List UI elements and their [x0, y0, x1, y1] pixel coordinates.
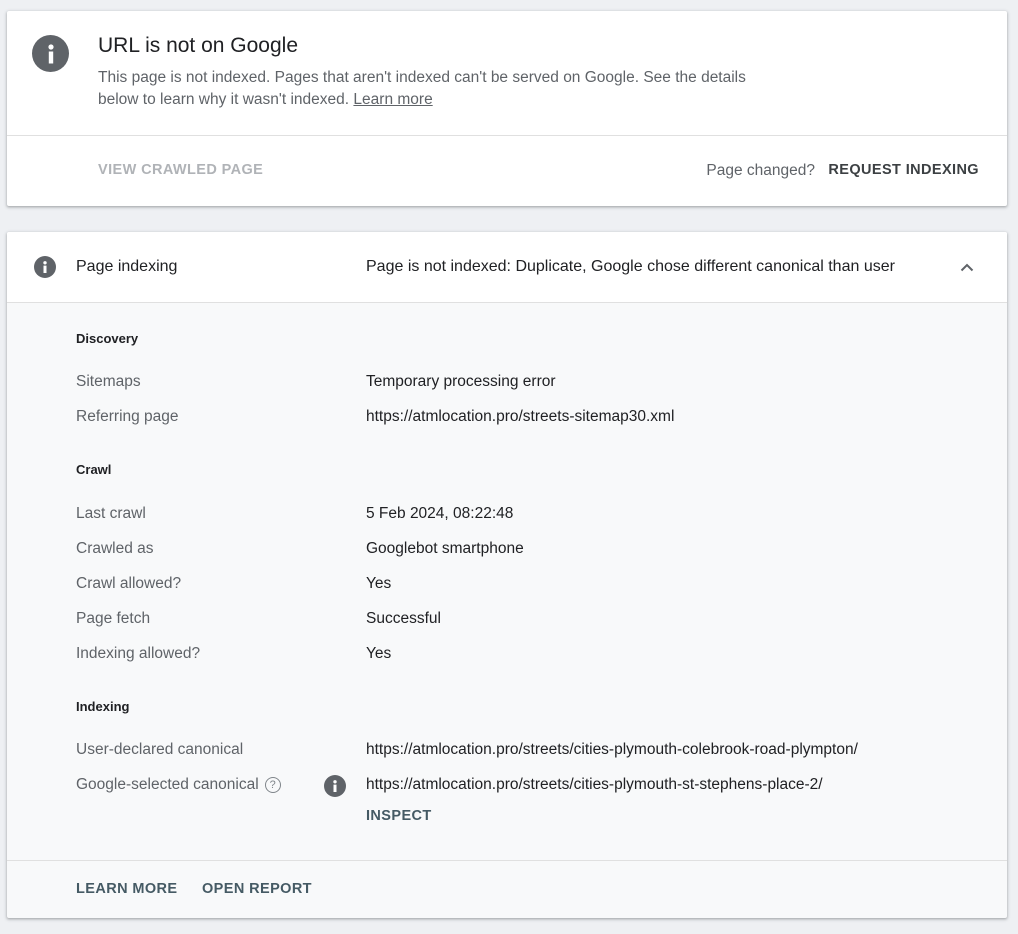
learn-more-button[interactable]: LEARN MORE	[76, 881, 177, 897]
page-indexing-status: Page is not indexed: Duplicate, Google c…	[366, 258, 895, 275]
page-changed-text: Page changed?	[706, 162, 815, 179]
section-title-crawl: Crawl	[76, 462, 112, 477]
indexing-allowed-value: Yes	[366, 645, 392, 662]
google-selected-canonical-row: Google-selected canonical ?	[76, 776, 281, 794]
info-icon[interactable]	[324, 775, 346, 797]
page-indexing-card: Page indexing Page is not indexed: Dupli…	[7, 232, 1007, 918]
page-indexing-header[interactable]: Page indexing Page is not indexed: Dupli…	[7, 232, 1007, 303]
referring-page-label: Referring page	[76, 408, 179, 425]
chevron-up-icon[interactable]	[957, 257, 977, 277]
crawled-as-label: Crawled as	[76, 540, 154, 557]
page-fetch-label: Page fetch	[76, 610, 151, 627]
google-selected-canonical-label: Google-selected canonical	[76, 776, 259, 793]
divider	[7, 135, 1007, 136]
learn-more-link[interactable]: Learn more	[353, 91, 432, 108]
crawl-allowed-label: Crawl allowed?	[76, 575, 182, 592]
section-title-indexing: Indexing	[76, 699, 130, 714]
divider	[7, 860, 1007, 861]
crawl-allowed-value: Yes	[366, 575, 392, 592]
last-crawl-label: Last crawl	[76, 505, 146, 522]
status-title: URL is not on Google	[98, 34, 299, 57]
info-icon	[34, 256, 56, 278]
sitemaps-value: Temporary processing error	[366, 373, 556, 390]
view-crawled-page-button[interactable]: VIEW CRAWLED PAGE	[98, 162, 263, 178]
google-selected-canonical-value: https://atmlocation.pro/streets/cities-p…	[366, 776, 823, 793]
user-declared-canonical-label: User-declared canonical	[76, 741, 244, 758]
inspect-button[interactable]: INSPECT	[366, 808, 432, 824]
indexing-allowed-label: Indexing allowed?	[76, 645, 201, 662]
open-report-button[interactable]: OPEN REPORT	[202, 881, 312, 897]
crawled-as-value: Googlebot smartphone	[366, 540, 524, 557]
info-icon	[32, 35, 69, 72]
help-circle-icon[interactable]: ?	[264, 777, 281, 793]
page-fetch-value: Successful	[366, 610, 441, 627]
last-crawl-value: 5 Feb 2024, 08:22:48	[366, 505, 514, 522]
status-card: URL is not on Google This page is not in…	[7, 11, 1007, 206]
user-declared-canonical-value: https://atmlocation.pro/streets/cities-p…	[366, 741, 858, 758]
section-title-discovery: Discovery	[76, 331, 139, 346]
sitemaps-label: Sitemaps	[76, 373, 141, 390]
referring-page-value: https://atmlocation.pro/streets-sitemap3…	[366, 408, 675, 425]
status-description: This page is not indexed. Pages that are…	[98, 67, 748, 111]
request-indexing-button[interactable]: REQUEST INDEXING	[828, 162, 979, 178]
page-indexing-label: Page indexing	[76, 258, 178, 275]
